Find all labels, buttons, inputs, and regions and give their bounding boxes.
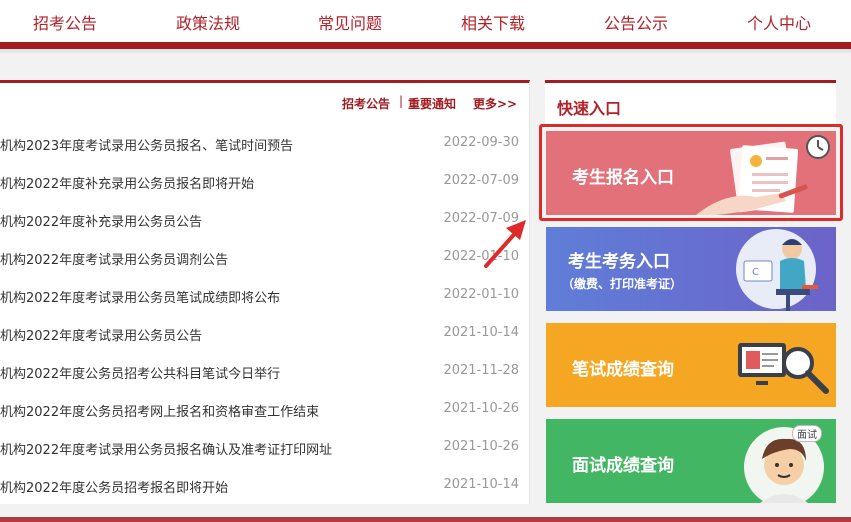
nav-item-public-notices[interactable]: 公告公示 — [604, 10, 668, 34]
exam-affairs-entry-card[interactable]: 考生考务入口 （缴费、打印准考证） C — [546, 227, 836, 311]
list-item: 机构2022年度公务员招考网上报名和资格审查工作结束 2021-10-26 — [0, 391, 529, 429]
news-date: 2021-10-14 — [443, 325, 519, 340]
news-date: 2021-11-28 — [443, 363, 519, 378]
news-date: 2021-10-26 — [443, 401, 519, 416]
exam-affairs-entry-sublabel: （缴费、打印准考证） — [562, 277, 683, 291]
tab-announcements[interactable]: 招考公告 — [342, 95, 390, 112]
written-score-query-label: 笔试成绩查询 — [572, 360, 674, 380]
highlight-box — [539, 124, 843, 221]
news-date: 2022-01-10 — [443, 287, 519, 302]
nav-item-downloads[interactable]: 相关下载 — [461, 10, 525, 34]
nav-item-faq[interactable]: 常见问题 — [318, 10, 382, 34]
news-list: 机构2023年度考试录用公务员报名、笔试时间预告 2022-09-30 机构202… — [0, 125, 529, 505]
list-item: 机构2022年度公务员招考报名即将开始 2021-10-14 — [0, 467, 529, 505]
news-date: 2022-09-30 — [443, 135, 519, 150]
list-item: 机构2023年度考试录用公务员报名、笔试时间预告 2022-09-30 — [0, 125, 529, 163]
news-title[interactable]: 机构2022年度考试录用公务员报名确认及准考证打印网址 — [0, 439, 332, 458]
list-item: 机构2022年度考试录用公务员调剂公告 2022-01-10 — [0, 239, 529, 277]
footer-divider — [0, 517, 851, 522]
top-navigation: 招考公告 政策法规 常见问题 相关下载 公告公示 个人中心 — [0, 0, 851, 44]
list-item: 机构2022年度公务员招考公共科目笔试今日举行 2021-11-28 — [0, 353, 529, 391]
nav-item-personal-center[interactable]: 个人中心 — [747, 10, 811, 34]
news-date: 2021-10-14 — [443, 477, 519, 492]
news-title[interactable]: 机构2022年度公务员招考公共科目笔试今日举行 — [0, 363, 280, 382]
news-date: 2021-10-26 — [443, 439, 519, 454]
nav-item-announcements[interactable]: 招考公告 — [33, 10, 97, 34]
pointer-arrow-icon — [484, 220, 526, 268]
quick-entry-title: 快速入口 — [557, 99, 622, 118]
nav-item-policies[interactable]: 政策法规 — [176, 10, 240, 34]
list-item: 机构2022年度考试录用公务员笔试成绩即将公布 2022-01-10 — [0, 277, 529, 315]
news-panel-header: 招考公告 | 重要通知 更多>> — [0, 83, 529, 119]
interview-score-query-card[interactable]: 面试成绩查询 面试 — [546, 419, 836, 503]
news-title[interactable]: 机构2022年度考试录用公务员公告 — [0, 325, 202, 344]
news-title[interactable]: 机构2022年度补充录用公务员公告 — [0, 211, 202, 230]
quick-entry-header: 快速入口 — [545, 80, 836, 128]
exam-affairs-entry-label: 考生考务入口 — [568, 252, 670, 272]
interview-badge: 面试 — [792, 425, 822, 442]
tab-separator: | — [399, 94, 404, 108]
news-title[interactable]: 机构2022年度公务员招考报名即将开始 — [0, 477, 228, 496]
news-title[interactable]: 机构2022年度公务员招考网上报名和资格审查工作结束 — [0, 401, 319, 420]
student-at-computer-icon: C — [736, 229, 818, 311]
news-date: 2022-07-09 — [443, 173, 519, 188]
more-link[interactable]: 更多>> — [473, 95, 517, 112]
news-title[interactable]: 机构2023年度考试录用公务员报名、笔试时间预告 — [0, 135, 293, 154]
list-item: 机构2022年度补充录用公务员公告 2022-07-09 — [0, 201, 529, 239]
nav-shadow — [0, 49, 851, 53]
news-title[interactable]: 机构2022年度考试录用公务员调剂公告 — [0, 249, 228, 268]
tab-important-notices[interactable]: 重要通知 — [408, 95, 456, 112]
svg-text:C: C — [752, 267, 759, 278]
list-item: 机构2022年度补充录用公务员报名即将开始 2022-07-09 — [0, 163, 529, 201]
news-title[interactable]: 机构2022年度补充录用公务员报名即将开始 — [0, 173, 254, 192]
list-item: 机构2022年度考试录用公务员公告 2021-10-14 — [0, 315, 529, 353]
nav-underline — [0, 42, 851, 49]
news-title[interactable]: 机构2022年度考试录用公务员笔试成绩即将公布 — [0, 287, 280, 306]
list-item: 机构2022年度考试录用公务员报名确认及准考证打印网址 2021-10-26 — [0, 429, 529, 467]
written-score-query-card[interactable]: 笔试成绩查询 — [546, 323, 836, 407]
magnifier-document-icon — [738, 343, 829, 394]
news-panel: 招考公告 | 重要通知 更多>> 机构2023年度考试录用公务员报名、笔试时间预… — [0, 80, 530, 504]
interview-score-query-label: 面试成绩查询 — [572, 456, 674, 476]
